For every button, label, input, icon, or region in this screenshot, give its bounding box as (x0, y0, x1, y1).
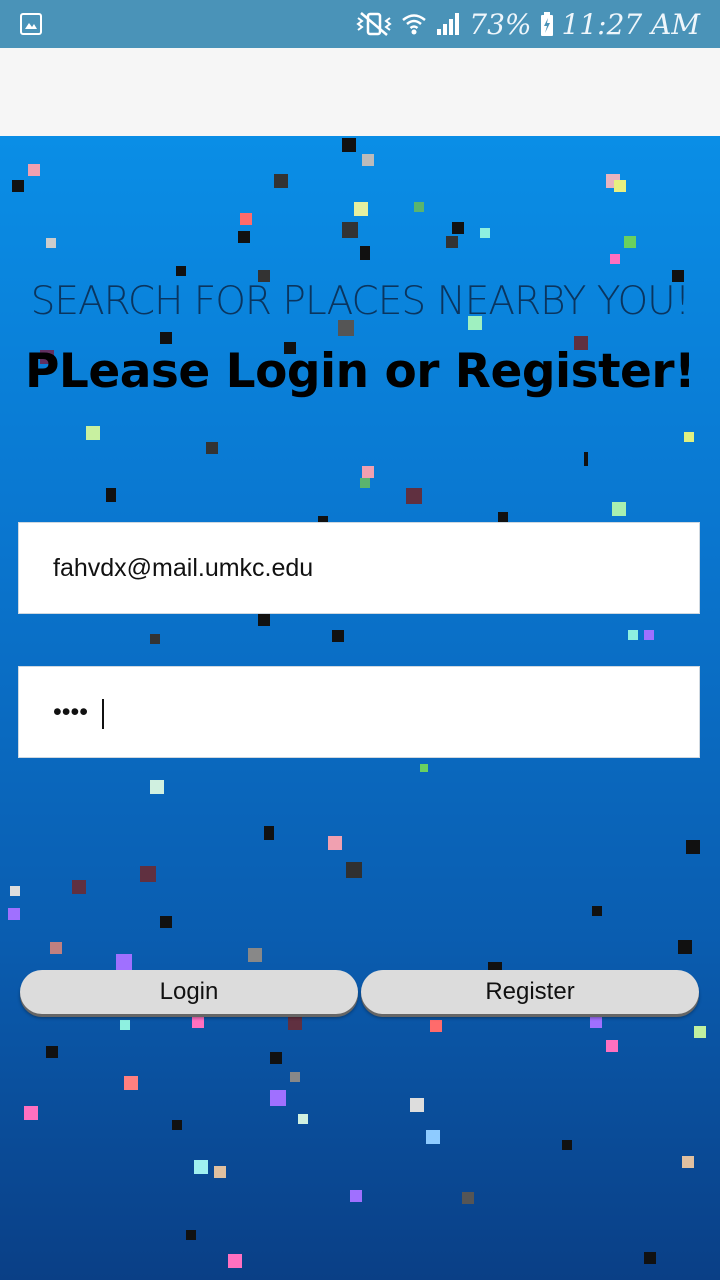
email-field[interactable] (19, 523, 699, 613)
status-bar: 73% 11:27 AM (0, 0, 720, 48)
clock: 11:27 AM (561, 7, 700, 41)
password-field-container (18, 666, 700, 758)
email-field-container (18, 522, 700, 614)
password-field[interactable] (19, 667, 699, 757)
app-bar (0, 48, 720, 137)
battery-charging-icon (540, 12, 553, 36)
image-icon (20, 13, 42, 35)
login-button[interactable]: Login (20, 970, 358, 1014)
register-button[interactable]: Register (361, 970, 699, 1014)
wifi-icon (402, 14, 427, 35)
tagline: SEARCH FOR PLACES NEARBY YOU! (30, 279, 691, 324)
page-title: PLease Login or Register! (24, 344, 696, 399)
login-screen: SEARCH FOR PLACES NEARBY YOU! PLease Log… (0, 136, 720, 1280)
battery-percent: 73% (469, 7, 532, 41)
signal-icon (437, 13, 460, 35)
mute-vibrate-icon (356, 12, 392, 36)
text-cursor (102, 699, 104, 729)
